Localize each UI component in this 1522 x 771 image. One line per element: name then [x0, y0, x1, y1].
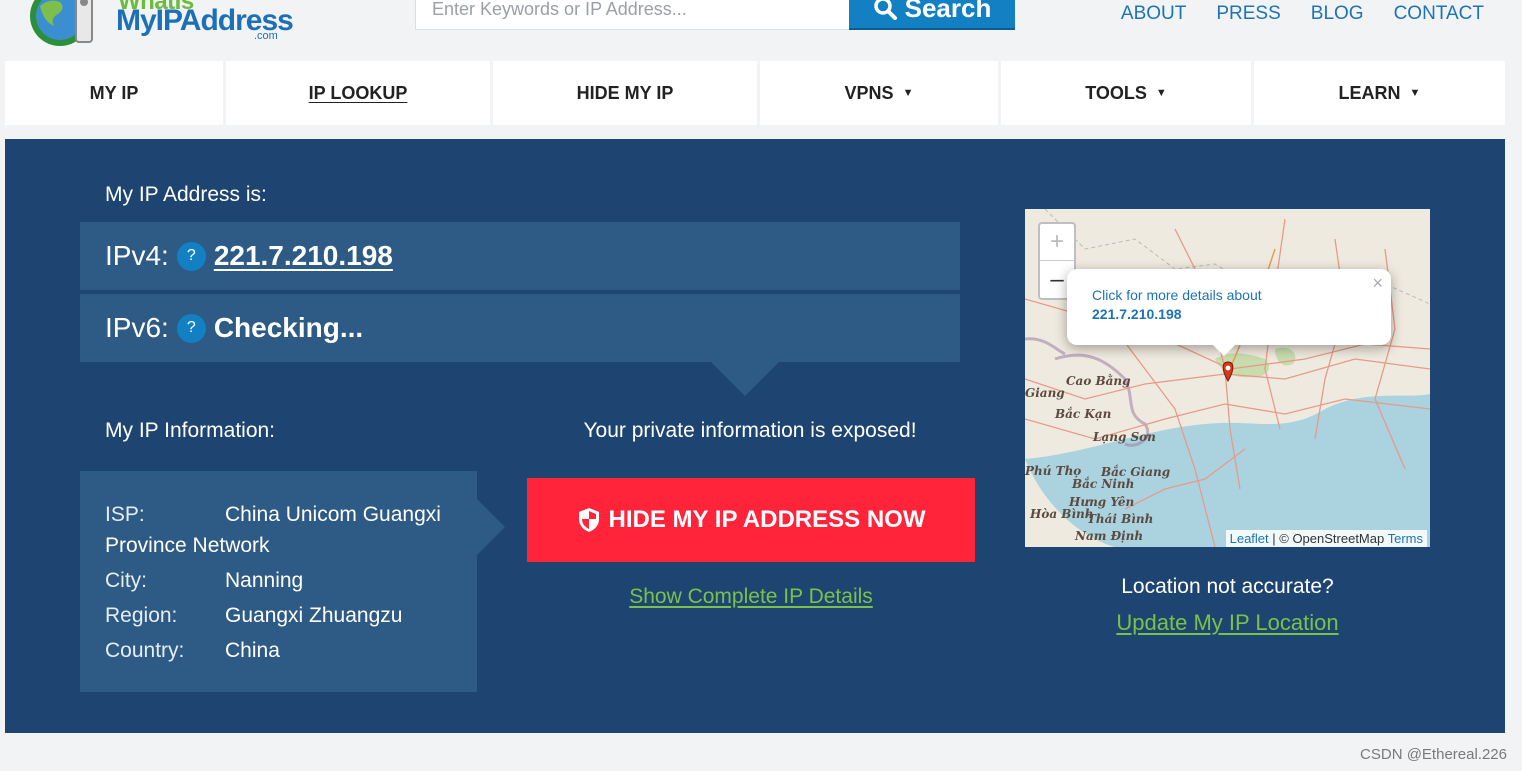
ipv4-value[interactable]: 221.7.210.198 — [214, 240, 393, 272]
isp-label: ISP: — [105, 503, 145, 526]
ipv6-value: Checking... — [213, 312, 364, 343]
ipv4-row: IPv4: ? 221.7.210.198 — [80, 222, 960, 290]
info-heading: My IP Information: — [105, 419, 276, 442]
help-icon[interactable]: ? — [176, 313, 206, 343]
nav-item-my-ip[interactable]: MY IP — [5, 61, 223, 125]
logo-suffix: .com — [254, 30, 278, 42]
country-label: Country: — [105, 639, 185, 662]
nav-item-tools[interactable]: TOOLS ▼ — [1001, 61, 1251, 125]
nav-item-label: VPNS — [844, 82, 894, 103]
attribution-text: | © OpenStreetMap — [1268, 531, 1388, 546]
globe-logo-icon — [30, 0, 93, 46]
region-label: Region: — [105, 604, 178, 627]
info-box-pointer — [477, 499, 505, 555]
ip-info-panel: My IP Address is: IPv4: ? 221.7.210.198 … — [5, 139, 1505, 733]
top-links: ABOUT PRESS BLOG CONTACT — [1121, 3, 1484, 25]
ip-info-box: ISP: China Unicom Guangxi Province Networ… — [80, 471, 505, 692]
location-map[interactable]: Cao Bằng Giang Bắc Kạn Lạng Sơn Phú Thọ … — [1025, 209, 1430, 547]
city-value: Nanning — [225, 569, 304, 592]
exposed-warning: Your private information is exposed! — [583, 419, 917, 442]
search-button[interactable]: Search — [849, 0, 1015, 30]
watermark: CSDN @Ethereal.226 — [1360, 746, 1507, 763]
popup-ip[interactable]: 221.7.210.198 — [1092, 306, 1371, 322]
help-icon[interactable]: ? — [176, 241, 206, 271]
search-button-label: Search — [904, 0, 992, 23]
isp-value-cont: Province Network — [105, 534, 270, 557]
place-label: Hòa Bình — [1030, 507, 1094, 521]
city-line: City: Nanning — [105, 565, 452, 596]
nav-item-vpns[interactable]: VPNS ▼ — [760, 61, 998, 125]
location-not-accurate: Location not accurate? — [1121, 575, 1334, 598]
caret-down-icon: ▼ — [1409, 87, 1421, 99]
nav-item-label: HIDE MY IP — [576, 82, 674, 103]
leaflet-link[interactable]: Leaflet — [1230, 531, 1269, 546]
popup-tip — [1213, 345, 1235, 356]
ipv6-label: IPv6: — [105, 312, 169, 343]
main-nav: MY IP IP LOOKUP HIDE MY IP VPNS ▼ TOOLS ▼ … — [5, 61, 1505, 125]
about-link[interactable]: ABOUT — [1121, 3, 1186, 25]
popup-text: Click for more details about — [1092, 287, 1262, 303]
place-label: Phú Thọ — [1025, 464, 1082, 478]
hide-my-ip-label: HIDE MY IP ADDRESS NOW — [608, 506, 926, 533]
country-line: Country: China — [105, 635, 452, 666]
shield-icon — [578, 508, 599, 532]
blog-link[interactable]: BLOG — [1311, 3, 1364, 25]
map-attribution: Leaflet | © OpenStreetMap Terms — [1225, 530, 1427, 547]
caret-down-icon: ▼ — [1155, 87, 1167, 99]
place-label: Nam Định — [1075, 529, 1144, 543]
nav-item-ip-lookup[interactable]: IP LOOKUP — [226, 61, 490, 125]
country-value: China — [225, 639, 280, 662]
ipv6-row: IPv6: ? Checking... — [80, 294, 960, 362]
terms-link[interactable]: Terms — [1388, 531, 1423, 546]
city-label: City: — [105, 569, 147, 592]
place-label: Giang — [1025, 386, 1065, 400]
address-heading: My IP Address is: — [105, 183, 267, 206]
nav-item-label: LEARN — [1338, 82, 1401, 103]
ipv4-label: IPv4: — [105, 240, 169, 271]
row-pointer — [711, 362, 779, 396]
isp-line-cont: Province Network — [105, 530, 452, 561]
map-popup[interactable]: × Click for more details about 221.7.210… — [1067, 269, 1391, 356]
place-label: Bắc Kạn — [1055, 407, 1112, 421]
search-input[interactable] — [415, 0, 849, 30]
place-label: Cao Bằng — [1066, 374, 1131, 388]
caret-down-icon: ▼ — [902, 87, 914, 99]
place-label: Bắc Ninh — [1072, 477, 1135, 491]
nav-item-hide-my-ip[interactable]: HIDE MY IP — [493, 61, 757, 125]
complete-details-link[interactable]: Show Complete IP Details — [525, 585, 977, 609]
press-link[interactable]: PRESS — [1216, 3, 1280, 25]
search-icon — [873, 0, 897, 20]
place-label: Thái Bình — [1087, 512, 1154, 526]
nav-item-label: IP LOOKUP — [308, 82, 408, 103]
region-line: Region: Guangxi Zhuangzu — [105, 600, 452, 631]
site-logo[interactable]: WhatIs MyIPAddress .com — [22, 0, 294, 56]
update-location-link[interactable]: Update My IP Location — [1025, 610, 1430, 636]
isp-value: China Unicom Guangxi — [225, 503, 441, 526]
nav-item-label: MY IP — [89, 82, 139, 103]
nav-item-label: TOOLS — [1085, 82, 1147, 103]
contact-link[interactable]: CONTACT — [1394, 3, 1484, 25]
isp-line: ISP: China Unicom Guangxi — [105, 499, 452, 530]
place-label: Lạng Sơn — [1093, 430, 1156, 444]
region-value: Guangxi Zhuangzu — [225, 604, 403, 627]
close-icon[interactable]: × — [1372, 273, 1383, 294]
hide-my-ip-button[interactable]: HIDE MY IP ADDRESS NOW — [527, 478, 975, 562]
nav-item-learn[interactable]: LEARN ▼ — [1254, 61, 1505, 125]
zoom-in-button[interactable]: + — [1040, 224, 1074, 261]
